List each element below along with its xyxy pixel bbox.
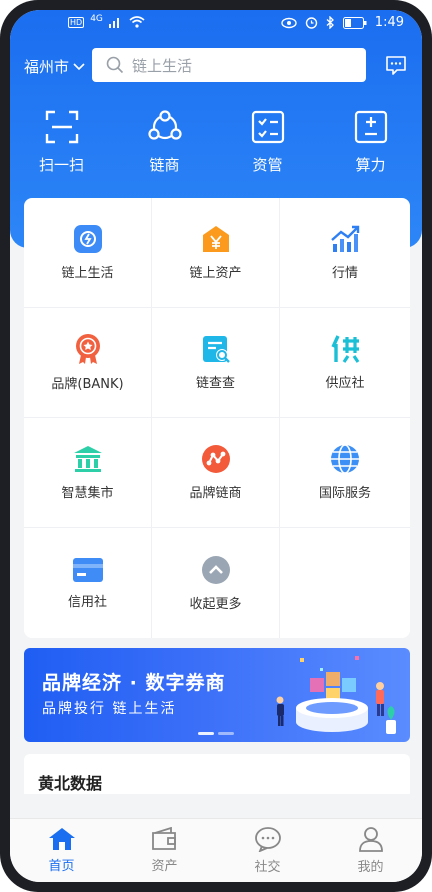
grid-item-brand-bank[interactable]: 品牌(BANK) xyxy=(24,308,152,418)
tab-profile[interactable]: 我的 xyxy=(319,819,422,882)
quick-action-asset-manage[interactable]: 资管 xyxy=(216,110,319,182)
city-selector[interactable]: 福州市 xyxy=(24,56,85,77)
grid-item-label: 收起更多 xyxy=(189,596,242,612)
promo-banner[interactable]: 品牌经济 · 数字券商 品牌投行 链上生活 xyxy=(24,648,410,742)
tab-home[interactable]: 首页 xyxy=(10,819,113,882)
status-bar: HD 4G 1:49 xyxy=(10,10,422,38)
market-trend-icon xyxy=(331,225,360,252)
quick-action-label: 扫一扫 xyxy=(38,156,84,174)
grid-item-supply[interactable]: 供应社 xyxy=(280,308,410,418)
banner-title: 品牌经济 · 数字券商 xyxy=(42,672,226,694)
app-screen: HD 4G 1:49 福州市 链上生活 扫一扫 链商 资管 算力 链上生活 链上… xyxy=(10,10,422,882)
banner-subtitle: 品牌投行 链上生活 xyxy=(42,701,177,717)
brand-chain-icon xyxy=(201,445,230,473)
section-title: 黄北数据 xyxy=(38,774,103,793)
grid-item-label: 链上生活 xyxy=(61,266,114,281)
grid-item-collapse-more[interactable]: 收起更多 xyxy=(152,528,280,638)
phone-frame: HD 4G 1:49 福州市 链上生活 扫一扫 链商 资管 算力 链上生活 链上… xyxy=(0,0,432,892)
tab-social[interactable]: 社交 xyxy=(216,819,319,882)
wallet-icon xyxy=(151,827,176,850)
top-bar: 福州市 链上生活 xyxy=(10,46,422,86)
grid-item-brand-chain[interactable]: 品牌链商 xyxy=(152,418,280,528)
tab-label: 首页 xyxy=(48,859,75,874)
brand-badge-icon xyxy=(75,334,100,364)
quick-action-compute-power[interactable]: 算力 xyxy=(319,110,422,182)
grid-item-label: 供应社 xyxy=(325,376,365,391)
grid-item-label: 品牌链商 xyxy=(189,486,242,501)
quick-action-label: 算力 xyxy=(355,156,386,174)
banner-pager xyxy=(198,732,234,735)
grid-item-label: 信用社 xyxy=(67,594,107,610)
compute-power-icon xyxy=(354,110,387,144)
message-icon xyxy=(386,56,406,75)
grid-item-label: 智慧集市 xyxy=(61,486,114,501)
signal-label: 4G xyxy=(90,14,103,24)
profile-icon xyxy=(358,827,383,852)
alarm-icon xyxy=(305,17,317,29)
wifi-icon xyxy=(129,16,145,28)
battery-icon xyxy=(342,16,367,29)
grid-item-label: 品牌(BANK) xyxy=(51,377,124,392)
globe-icon xyxy=(331,444,359,474)
grid-item-label: 链上资产 xyxy=(189,266,242,281)
quick-action-label: 资管 xyxy=(252,156,283,174)
message-button[interactable] xyxy=(384,53,408,81)
chain-merchant-icon xyxy=(147,110,182,140)
eye-icon xyxy=(281,17,297,28)
grid-item-international[interactable]: 国际服务 xyxy=(280,418,410,528)
quick-action-chain-merchant[interactable]: 链商 xyxy=(113,110,216,182)
clock-time: 1:49 xyxy=(374,15,404,30)
tab-label: 资产 xyxy=(151,859,178,874)
hd-badge: HD xyxy=(68,16,85,28)
quick-action-scan[interactable]: 扫一扫 xyxy=(10,110,113,182)
pager-dot-active xyxy=(198,732,214,735)
quick-action-label: 链商 xyxy=(149,156,180,174)
credit-card-icon xyxy=(72,557,103,582)
chain-asset-icon xyxy=(202,226,229,252)
quick-actions: 扫一扫 链商 资管 算力 xyxy=(10,110,422,182)
search-input[interactable]: 链上生活 xyxy=(92,48,366,82)
service-grid-card: 链上生活 链上资产 行情 品牌(BANK) 链查查 供应社 智慧集市 品牌链商 … xyxy=(24,198,410,638)
chevron-down-icon xyxy=(73,62,85,70)
grid-item-market-trend[interactable]: 行情 xyxy=(280,198,410,308)
tab-label: 社交 xyxy=(254,860,281,875)
asset-manage-icon xyxy=(251,110,284,144)
grid-item-chain-query[interactable]: 链查查 xyxy=(152,308,280,418)
bluetooth-icon xyxy=(326,16,334,29)
bottom-tab-bar: 首页 资产 社交 我的 xyxy=(10,818,422,882)
grid-item-chain-asset[interactable]: 链上资产 xyxy=(152,198,280,308)
search-icon xyxy=(106,56,124,74)
scan-icon xyxy=(45,110,78,144)
tab-label: 我的 xyxy=(357,860,384,875)
tab-asset[interactable]: 资产 xyxy=(113,819,216,882)
chain-query-icon xyxy=(202,336,230,363)
service-grid: 链上生活 链上资产 行情 品牌(BANK) 链查查 供应社 智慧集市 品牌链商 … xyxy=(24,198,410,638)
city-label: 福州市 xyxy=(24,58,70,76)
home-icon xyxy=(48,828,75,850)
search-placeholder: 链上生活 xyxy=(132,56,193,75)
grid-item-credit[interactable]: 信用社 xyxy=(24,528,152,638)
pager-dot xyxy=(218,732,234,735)
banner-illustration xyxy=(276,656,396,734)
data-section: 黄北数据 xyxy=(24,754,410,794)
signal-icon xyxy=(108,18,119,28)
grid-empty-cell xyxy=(280,528,410,638)
chat-icon xyxy=(254,827,281,852)
grid-item-label: 国际服务 xyxy=(318,486,371,501)
collapse-up-icon xyxy=(201,555,230,584)
supply-icon xyxy=(331,335,360,363)
grid-item-smart-market[interactable]: 智慧集市 xyxy=(24,418,152,528)
grid-item-label: 行情 xyxy=(331,266,358,281)
chain-life-icon xyxy=(73,225,102,253)
market-building-icon xyxy=(73,446,102,472)
grid-item-chain-life[interactable]: 链上生活 xyxy=(24,198,152,308)
grid-item-label: 链查查 xyxy=(195,376,235,391)
